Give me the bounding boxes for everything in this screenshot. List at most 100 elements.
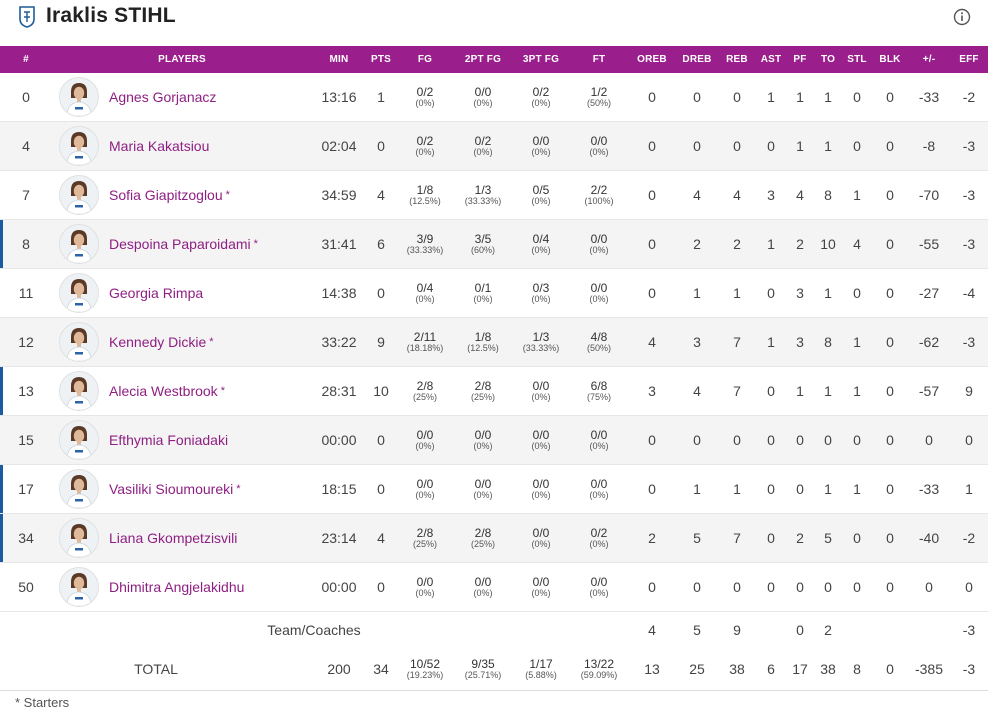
free-throws-percent: (0%) <box>589 538 609 549</box>
stat-to: 8 <box>814 170 842 220</box>
minutes: 13:16 <box>312 73 366 122</box>
column-header-reb[interactable]: REB <box>718 46 756 73</box>
stat-to: 1 <box>814 121 842 171</box>
points: 0 <box>366 268 396 318</box>
stat-oreb: 4 <box>628 317 676 367</box>
player-avatar[interactable] <box>59 175 99 215</box>
column-header-pts[interactable]: PTS <box>366 46 396 73</box>
player-name-link[interactable]: Dhimitra Angjelakidhu <box>109 579 244 595</box>
free-throws-made-attempted: 0/0 <box>590 133 608 148</box>
stat-stl: 1 <box>842 464 872 514</box>
column-header-stl[interactable]: STL <box>842 46 872 73</box>
column-header-num[interactable]: # <box>0 46 52 73</box>
team-stat-pf: 0 <box>796 622 804 638</box>
stat-reb: 1 <box>718 268 756 318</box>
stat-pm: -27 <box>908 268 950 318</box>
stat-pm: -8 <box>908 121 950 171</box>
free-throws-made-attempted: 1/2 <box>590 84 608 99</box>
player-name-link[interactable]: Liana Gkompetzisvili <box>109 530 237 546</box>
three-point-fg-percent: (0%) <box>531 489 551 500</box>
player-avatar[interactable] <box>59 322 99 362</box>
field-goals: 0/2 (0%) <box>396 73 454 122</box>
player-name-link[interactable]: Despoina Paparoidami <box>109 236 251 252</box>
three-point-fg-percent: (0%) <box>531 195 551 206</box>
column-header-fg3[interactable]: 3PT FG <box>512 46 570 73</box>
player-row: 50 Dhimitra Angjelakidhu 00:00 0 0/0 (0%) 0/0(… <box>0 562 988 612</box>
column-header-fg2[interactable]: 2PT FG <box>454 46 512 73</box>
jersey-number: 8 <box>0 219 52 269</box>
player-name-link[interactable]: Maria Kakatsiou <box>109 138 209 154</box>
player-name-link[interactable]: Sofia Giapitzoglou <box>109 187 223 203</box>
player-name-link[interactable]: Vasiliki Sioumoureki <box>109 481 233 497</box>
column-header-pf[interactable]: PF <box>786 46 814 73</box>
three-point-fg-made-attempted: 0/0 <box>532 133 550 148</box>
player-avatar[interactable] <box>59 224 99 264</box>
three-point-fg-percent: (0%) <box>531 440 551 451</box>
starter-marker: * <box>253 238 258 250</box>
free-throws-percent: (0%) <box>589 587 609 598</box>
stat-pm: -70 <box>908 170 950 220</box>
stat-blk: 0 <box>872 219 908 269</box>
player-avatar[interactable] <box>59 420 99 460</box>
player-avatar[interactable] <box>59 371 99 411</box>
player-avatar[interactable] <box>59 126 99 166</box>
three-point-fg: 0/0 (0%) <box>512 464 570 514</box>
player-avatar[interactable] <box>59 518 99 558</box>
three-point-fg-made-attempted: 0/0 <box>532 525 550 540</box>
stat-to: 10 <box>814 219 842 269</box>
free-throws-percent: (100%) <box>584 195 614 206</box>
column-header-blk[interactable]: BLK <box>872 46 908 73</box>
stat-pf: 3 <box>786 268 814 318</box>
stat-blk: 0 <box>872 415 908 465</box>
column-header-oreb[interactable]: OREB <box>628 46 676 73</box>
two-point-fg: 0/0 (0%) <box>454 415 512 465</box>
stat-oreb: 2 <box>628 513 676 563</box>
player-avatar[interactable] <box>59 77 99 117</box>
team-logo-icon <box>19 6 35 28</box>
column-header-min[interactable]: MIN <box>312 46 366 73</box>
player-name-link[interactable]: Georgia Rimpa <box>109 285 203 301</box>
player-avatar[interactable] <box>59 567 99 607</box>
two-point-fg: 0/1 (0%) <box>454 268 512 318</box>
total-free-throws-percent: (59.09%) <box>580 669 618 680</box>
three-point-fg: 0/0 (0%) <box>512 513 570 563</box>
column-header-ft[interactable]: FT <box>570 46 628 73</box>
stat-to: 0 <box>814 562 842 612</box>
player-avatar[interactable] <box>59 469 99 509</box>
free-throws-percent: (50%) <box>586 97 611 108</box>
free-throws-percent: (0%) <box>589 440 609 451</box>
player-cell: Agnes Gorjanacz <box>52 73 312 122</box>
info-icon[interactable] <box>953 8 971 26</box>
field-goals-made-attempted: 0/4 <box>416 280 434 295</box>
column-header-pm[interactable]: +/- <box>908 46 950 73</box>
field-goals-made-attempted: 0/2 <box>416 133 434 148</box>
player-row: 8 Despoina Paparoidami * 31:41 6 3/9 (33.33%) 3… <box>0 219 988 269</box>
minutes: 31:41 <box>312 219 366 269</box>
player-name-link[interactable]: Efthymia Foniadaki <box>109 432 228 448</box>
player-name-link[interactable]: Agnes Gorjanacz <box>109 89 216 105</box>
stat-stl: 0 <box>842 121 872 171</box>
team-stat-reb: 9 <box>733 622 741 638</box>
player-name-link[interactable]: Alecia Westbrook <box>109 383 218 399</box>
column-header-to[interactable]: TO <box>814 46 842 73</box>
jersey-number: 15 <box>0 415 52 465</box>
column-header-players[interactable]: PLAYERS <box>52 46 312 73</box>
field-goals: 3/9 (33.33%) <box>396 219 454 269</box>
column-header-eff[interactable]: EFF <box>950 46 988 73</box>
player-cell: Georgia Rimpa <box>52 268 312 318</box>
column-header-ast[interactable]: AST <box>756 46 786 73</box>
column-header-dreb[interactable]: DREB <box>676 46 718 73</box>
minutes: 18:15 <box>312 464 366 514</box>
player-info: Sofia Giapitzoglou * <box>52 175 312 215</box>
points: 4 <box>366 170 396 220</box>
player-avatar[interactable] <box>59 273 99 313</box>
column-header-fg[interactable]: FG <box>396 46 454 73</box>
stat-pf: 2 <box>786 219 814 269</box>
player-name-link[interactable]: Kennedy Dickie <box>109 334 206 350</box>
free-throws: 0/0 (0%) <box>570 121 628 171</box>
three-point-fg-made-attempted: 0/0 <box>532 378 550 393</box>
field-goals-percent: (18.18%) <box>406 342 444 353</box>
total-free-throws-made-attempted: 13/22 <box>583 656 615 671</box>
player-row: 7 Sofia Giapitzoglou * 34:59 4 1/8 (12.5%) 1/3(… <box>0 170 988 220</box>
three-point-fg-made-attempted: 1/3 <box>532 329 550 344</box>
